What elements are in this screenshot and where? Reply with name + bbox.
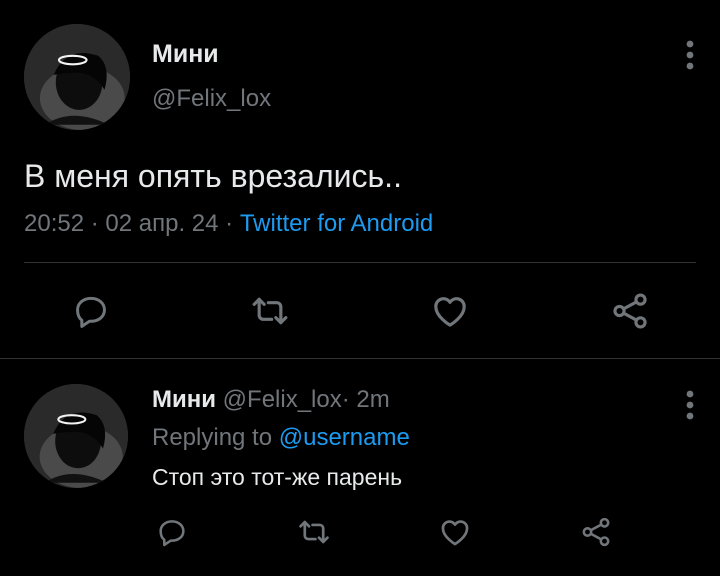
reply-author-name[interactable]: Мини bbox=[152, 386, 216, 413]
replying-to-mention-link[interactable]: @username bbox=[279, 424, 410, 451]
like-icon[interactable] bbox=[437, 514, 473, 550]
retweet-icon[interactable] bbox=[296, 514, 332, 550]
tweet-meta: 20:52 · 02 апр. 24 · Twitter for Android bbox=[24, 210, 433, 238]
meta-separator: · bbox=[90, 210, 99, 237]
reply-author-handle[interactable]: @Felix_lox bbox=[223, 386, 342, 413]
replying-to-label: Replying to bbox=[152, 424, 273, 451]
reply-time: 2m bbox=[356, 386, 390, 413]
tweet-text: В меня опять врезались.. bbox=[24, 158, 402, 194]
meta-separator: · bbox=[225, 210, 234, 237]
more-vertical-icon[interactable] bbox=[680, 38, 700, 72]
reply-text: Стоп это тот-же парень bbox=[152, 464, 403, 490]
like-icon[interactable] bbox=[429, 290, 471, 332]
tweet-date: 02 апр. 24 bbox=[105, 210, 219, 237]
share-icon[interactable] bbox=[578, 514, 614, 550]
author-avatar[interactable] bbox=[24, 24, 130, 130]
meta-separator: · bbox=[341, 386, 350, 413]
avatar-photo bbox=[24, 384, 128, 488]
replying-to: Replying to @username bbox=[152, 424, 410, 452]
author-name[interactable]: Мини bbox=[152, 40, 219, 69]
reply-icon[interactable] bbox=[154, 514, 190, 550]
avatar-photo bbox=[24, 24, 130, 130]
reply-icon[interactable] bbox=[70, 290, 112, 332]
tweet-source-link[interactable]: Twitter for Android bbox=[240, 210, 433, 237]
divider bbox=[0, 358, 720, 359]
share-icon[interactable] bbox=[608, 289, 652, 333]
more-vertical-icon[interactable] bbox=[680, 388, 700, 422]
author-handle[interactable]: @Felix_lox bbox=[152, 85, 271, 113]
tweet-time: 20:52 bbox=[24, 210, 85, 237]
retweet-icon[interactable] bbox=[249, 290, 291, 332]
reply-author-avatar[interactable] bbox=[24, 384, 128, 488]
reply-header: Мини @Felix_lox· 2m bbox=[152, 386, 390, 414]
divider bbox=[24, 262, 696, 263]
